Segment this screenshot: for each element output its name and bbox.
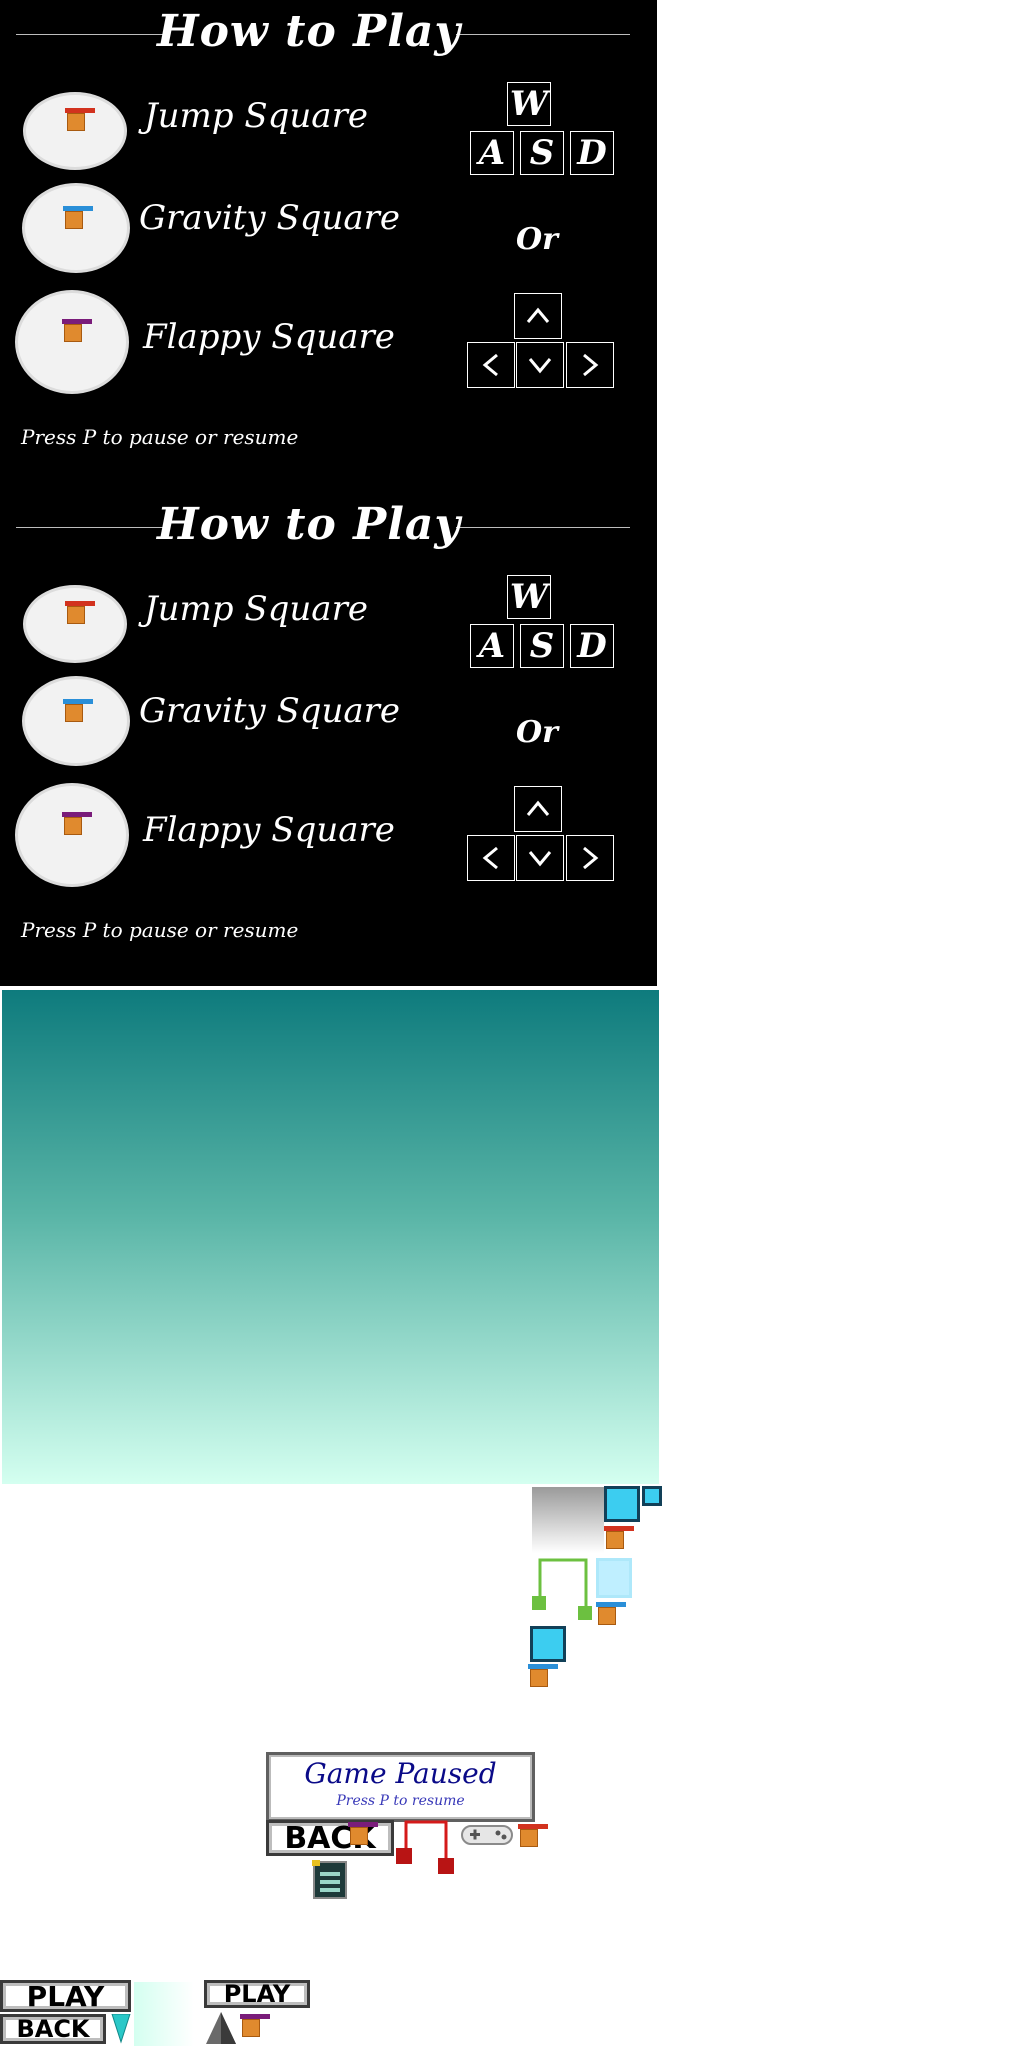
green-bracket-icon bbox=[532, 1558, 592, 1620]
flappy-square-oval bbox=[15, 290, 129, 394]
mode-label-flappy: Flappy Square bbox=[143, 810, 395, 850]
ice-block-icon bbox=[604, 1486, 640, 1522]
up-arrow-icon bbox=[514, 786, 562, 832]
or-label: Or bbox=[516, 715, 558, 750]
key-a: A bbox=[470, 131, 514, 175]
key-s: S bbox=[520, 624, 564, 668]
left-arrow-icon bbox=[467, 835, 515, 881]
gravity-square-icon bbox=[63, 206, 93, 229]
back-button[interactable]: BACK bbox=[0, 2014, 106, 2044]
panel-title: How to Play bbox=[157, 499, 461, 550]
key-d: D bbox=[570, 624, 614, 668]
flappy-square-sprite bbox=[348, 1822, 378, 1845]
key-w: W bbox=[507, 575, 551, 619]
spike-icon bbox=[206, 2012, 236, 2044]
key-a: A bbox=[470, 624, 514, 668]
mode-label-flappy: Flappy Square bbox=[143, 317, 395, 357]
coin-icon bbox=[312, 1860, 320, 1866]
ice-block-small-icon bbox=[642, 1486, 662, 1506]
how-to-play-panel: How to Play Jump Square Gravity Square F… bbox=[0, 493, 657, 986]
key-d: D bbox=[570, 131, 614, 175]
sky-background bbox=[2, 990, 659, 1484]
gamepad-icon bbox=[461, 1825, 513, 1845]
gravity-square-sprite bbox=[596, 1602, 626, 1625]
icicle-icon bbox=[111, 2014, 131, 2044]
play-button[interactable]: PLAY bbox=[0, 1980, 131, 2013]
red-bracket-icon bbox=[396, 1820, 454, 1874]
jump-square-icon bbox=[65, 108, 95, 131]
gravity-square-oval bbox=[22, 183, 130, 273]
or-label: Or bbox=[516, 222, 558, 257]
right-arrow-icon bbox=[566, 835, 614, 881]
right-arrow-icon bbox=[566, 342, 614, 388]
ice-cube-icon bbox=[596, 1558, 632, 1598]
flappy-square-oval bbox=[15, 783, 129, 887]
mode-label-gravity: Gravity Square bbox=[139, 691, 401, 731]
left-arrow-icon bbox=[467, 342, 515, 388]
jump-square-oval bbox=[23, 585, 127, 663]
pause-subtitle: Press P to resume bbox=[336, 1793, 465, 1809]
mode-label-gravity: Gravity Square bbox=[139, 198, 401, 238]
flappy-square-icon bbox=[62, 319, 92, 342]
sky-swatch bbox=[134, 1982, 194, 2046]
pause-hint: Press P to pause or resume bbox=[21, 918, 299, 942]
ice-block-icon bbox=[530, 1626, 566, 1662]
flappy-square-sprite bbox=[240, 2014, 270, 2037]
play-button-small[interactable]: PLAY bbox=[204, 1980, 310, 2008]
up-arrow-icon bbox=[514, 293, 562, 339]
pause-title: Game Paused bbox=[304, 1757, 497, 1790]
jump-square-oval bbox=[23, 92, 127, 170]
gravity-square-oval bbox=[22, 676, 130, 766]
gray-gradient-tile bbox=[532, 1487, 604, 1553]
down-arrow-icon bbox=[516, 835, 564, 881]
ladder-icon bbox=[313, 1861, 347, 1899]
jump-square-sprite bbox=[604, 1526, 634, 1549]
key-s: S bbox=[520, 131, 564, 175]
panel-title: How to Play bbox=[157, 6, 461, 57]
mode-label-jump: Jump Square bbox=[144, 589, 368, 629]
jump-square-icon bbox=[65, 601, 95, 624]
mode-label-jump: Jump Square bbox=[144, 96, 368, 136]
jump-square-sprite bbox=[518, 1824, 548, 1847]
key-w: W bbox=[507, 82, 551, 126]
how-to-play-panel: How to Play Jump Square Gravity Square F… bbox=[0, 0, 657, 493]
game-paused-banner: Game Paused Press P to resume bbox=[266, 1752, 535, 1822]
pause-hint: Press P to pause or resume bbox=[21, 425, 299, 449]
gravity-square-icon bbox=[63, 699, 93, 722]
flappy-square-icon bbox=[62, 812, 92, 835]
down-arrow-icon bbox=[516, 342, 564, 388]
gravity-square-sprite bbox=[528, 1664, 558, 1687]
